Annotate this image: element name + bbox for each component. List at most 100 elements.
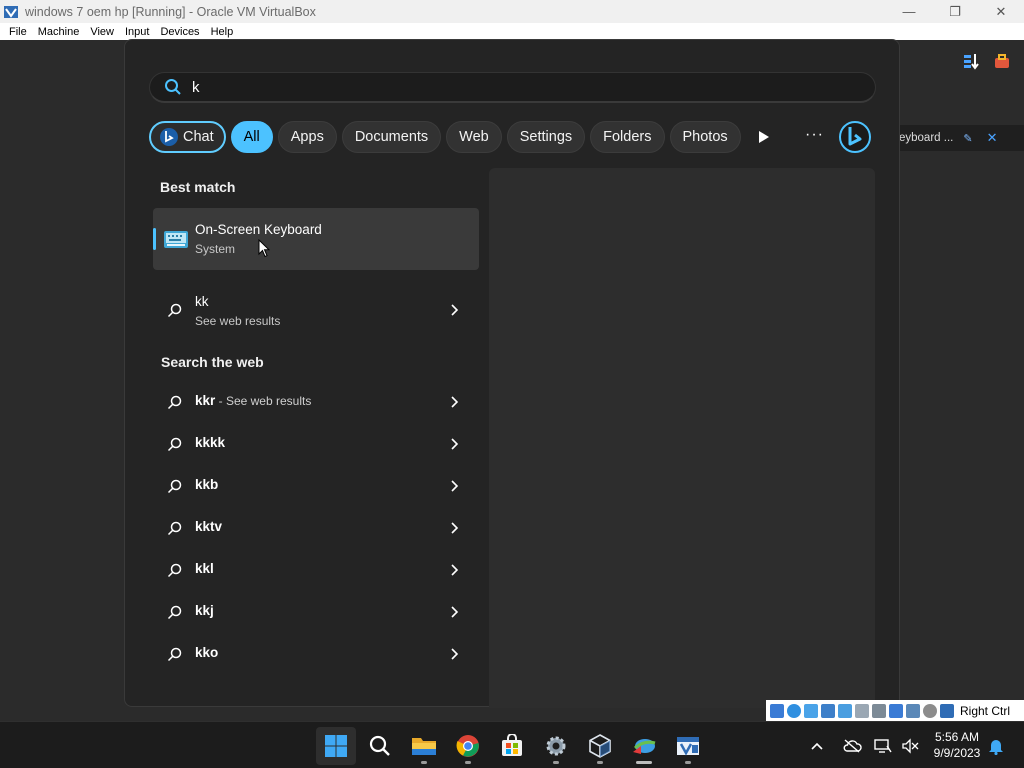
settings-gear-icon — [546, 736, 566, 756]
best-match-title: On-Screen Keyboard — [195, 222, 322, 237]
web-result-row[interactable]: kko — [153, 634, 479, 674]
search-icon — [165, 79, 181, 95]
chat-chip[interactable]: Chat — [149, 121, 226, 153]
menu-file[interactable]: File — [9, 26, 27, 38]
hard-disk-icon[interactable] — [770, 703, 784, 718]
web-result-query: kktv — [195, 519, 223, 534]
onedrive-tray-icon[interactable] — [842, 722, 862, 768]
taskbar-file-explorer[interactable] — [404, 727, 444, 765]
chevron-right-icon — [451, 304, 459, 316]
host-titlebar: windows 7 oem hp [Running] - Oracle VM V… — [0, 0, 1024, 23]
show-hidden-icons[interactable] — [810, 722, 824, 768]
filter-settings[interactable]: Settings — [506, 121, 586, 153]
taskbar-search-button[interactable] — [360, 727, 400, 765]
more-options-icon[interactable]: ··· — [805, 126, 824, 144]
play-icon[interactable] — [753, 127, 773, 147]
menu-help[interactable]: Help — [211, 26, 234, 38]
menu-view[interactable]: View — [90, 26, 114, 38]
search-icon — [369, 735, 390, 756]
best-match-result[interactable]: On-Screen Keyboard System — [153, 208, 479, 270]
clock[interactable]: 5:56 AM 9/9/2023 — [926, 729, 988, 761]
mouse-integration-icon[interactable] — [923, 703, 937, 718]
minimize-button[interactable]: — — [886, 0, 932, 23]
web-result-query: kko — [195, 645, 219, 660]
audio-icon[interactable] — [804, 703, 818, 718]
download-manager-icon — [633, 739, 656, 754]
shared-folders-icon[interactable] — [855, 703, 869, 718]
notifications-button[interactable] — [988, 722, 1004, 768]
keyboard-capture-icon[interactable] — [940, 703, 954, 718]
taskbar-chrome[interactable] — [448, 727, 488, 765]
toolbox-icon[interactable] — [993, 52, 1011, 70]
best-match-heading: Best match — [160, 179, 236, 195]
pin-icon[interactable]: ✎ — [963, 132, 972, 145]
running-indicator — [685, 761, 691, 764]
mouse-cursor-icon — [258, 239, 270, 258]
web-result-query: kkb — [195, 477, 219, 492]
menu-machine[interactable]: Machine — [38, 26, 80, 38]
web-suggestion-row[interactable]: kk See web results — [153, 290, 479, 330]
filter-all[interactable]: All — [230, 121, 273, 153]
taskbar-windows7-vm[interactable] — [668, 727, 708, 765]
taskbar-settings[interactable] — [536, 727, 576, 765]
optical-drive-icon[interactable] — [787, 703, 801, 718]
search-icon — [167, 437, 182, 452]
filter-apps[interactable]: Apps — [277, 121, 337, 153]
sort-icon[interactable] — [962, 52, 980, 70]
volume-tray-icon[interactable] — [901, 722, 919, 768]
display-icon[interactable] — [872, 703, 886, 718]
background-tab-label: eyboard ... — [899, 132, 954, 144]
running-indicator — [636, 761, 652, 764]
menu-input[interactable]: Input — [125, 26, 149, 38]
running-indicator — [465, 761, 471, 764]
running-indicator — [597, 761, 603, 764]
host-menubar: File Machine View Input Devices Help — [0, 23, 1024, 40]
web-result-row[interactable]: kkj — [153, 592, 479, 632]
web-result-row[interactable]: kkb — [153, 466, 479, 506]
filter-folders[interactable]: Folders — [590, 121, 665, 153]
windows7-vm-icon — [677, 737, 699, 756]
search-box[interactable] — [149, 72, 876, 103]
menu-devices[interactable]: Devices — [160, 26, 199, 38]
web-result-row[interactable]: kkr - See web results — [153, 382, 479, 422]
search-icon — [167, 647, 182, 662]
search-input[interactable] — [192, 78, 792, 96]
cpu-icon[interactable] — [906, 703, 920, 718]
bing-icon[interactable] — [838, 120, 872, 154]
web-result-query: kkkk — [195, 435, 226, 450]
tab-close-icon[interactable]: ✕ — [987, 130, 998, 146]
chrome-icon — [456, 735, 479, 757]
clock-date: 9/9/2023 — [933, 746, 981, 760]
search-icon — [167, 479, 182, 494]
start-button[interactable] — [316, 727, 356, 765]
window-title: windows 7 oem hp [Running] - Oracle VM V… — [25, 4, 316, 19]
recording-icon[interactable] — [889, 703, 903, 718]
filter-photos[interactable]: Photos — [669, 121, 741, 153]
selection-indicator — [153, 228, 156, 250]
maximize-button[interactable]: ❐ — [932, 0, 978, 23]
search-icon — [167, 605, 182, 620]
filter-web[interactable]: Web — [446, 121, 502, 153]
background-tab[interactable]: eyboard ... ✎ ✕ — [899, 125, 1024, 151]
chat-chip-label: Chat — [183, 129, 214, 145]
close-button[interactable]: ✕ — [978, 0, 1024, 23]
chevron-right-icon — [451, 480, 459, 492]
taskbar-download-manager[interactable] — [624, 727, 664, 765]
host-key-label: Right Ctrl — [960, 703, 1011, 718]
taskbar-virtualbox[interactable] — [580, 727, 620, 765]
search-icon — [167, 303, 182, 318]
web-result-suffix: - See web results — [215, 394, 312, 408]
network-tray-icon[interactable] — [874, 722, 892, 768]
filter-documents[interactable]: Documents — [341, 121, 442, 153]
web-result-row[interactable]: kktv — [153, 508, 479, 548]
bing-chat-icon — [160, 128, 178, 146]
start-search-panel: Chat All Apps Documents Web Settings Fol… — [124, 39, 900, 708]
web-result-row[interactable]: kkkk — [153, 424, 479, 464]
cloud-off-icon — [843, 738, 862, 753]
speaker-muted-icon — [902, 737, 919, 754]
running-indicator — [553, 761, 559, 764]
taskbar-microsoft-store[interactable] — [492, 727, 532, 765]
network-icon[interactable] — [821, 703, 835, 718]
web-result-row[interactable]: kkl — [153, 550, 479, 590]
usb-icon[interactable] — [838, 703, 852, 718]
